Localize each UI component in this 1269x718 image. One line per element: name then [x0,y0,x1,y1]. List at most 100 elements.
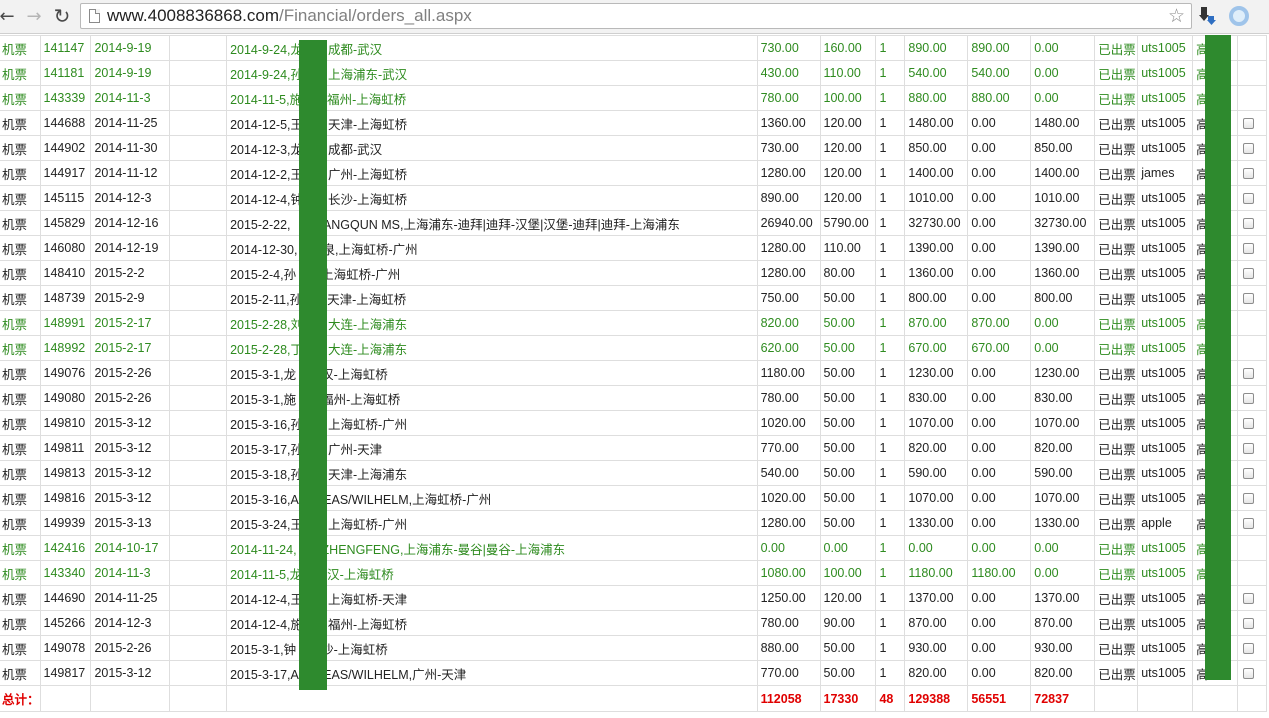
paid-cell: 670.00 [967,335,1032,361]
total-cell: 1070.00 [904,485,969,511]
total-cell: 890.00 [904,35,969,61]
table-row: 机票 143339 2014-11-3 2014-11-5,施 福州-上海虹桥 780.… [0,85,1268,111]
paid-cell: 0.00 [967,360,1032,386]
select-cell [1236,410,1268,436]
qty-cell: 1 [875,85,906,111]
paid-cell: 0.00 [967,235,1032,261]
select-cell [1236,385,1268,411]
row-select-checkbox[interactable] [1242,418,1254,430]
row-select-checkbox[interactable] [1242,618,1254,630]
select-cell [1236,610,1268,636]
price-cell: 26940.00 [756,210,821,236]
user-cell: uts1005 [1137,110,1194,136]
row-select-checkbox[interactable] [1242,268,1254,280]
forward-arrow-icon[interactable]: → [23,5,45,27]
qty-cell: 1 [875,310,906,336]
url-text[interactable]: www.4008836868.com/Financial/orders_all.… [107,6,472,26]
owed-cell: 1360.00 [1030,260,1096,286]
paid-cell: 1180.00 [967,560,1032,586]
user-cell: uts1005 [1137,460,1194,486]
user-cell: uts1005 [1137,235,1194,261]
user-cell: apple [1137,510,1194,536]
type-cell: 机票 [0,185,41,211]
price-cell: 1180.00 [756,360,821,386]
paid-cell: 0.00 [967,535,1032,561]
owed-cell: 1070.00 [1030,410,1096,436]
row-select-checkbox[interactable] [1242,143,1254,155]
order-id-cell: 149817 [39,660,92,686]
tax-cell: 50.00 [819,635,877,661]
type-cell: 机票 [0,235,41,261]
row-select-checkbox[interactable] [1242,518,1254,530]
row-select-checkbox[interactable] [1242,293,1254,305]
table-row: 机票 146080 2014-12-19 2014-12-30, 泉,上海虹桥-广州 1… [0,235,1268,261]
status-cell: 已出票 [1094,335,1139,361]
row-select-checkbox[interactable] [1242,468,1254,480]
type-cell: 机票 [0,260,41,286]
owed-cell: 1010.00 [1030,185,1096,211]
order-id-cell: 149076 [39,360,92,386]
row-select-checkbox[interactable] [1242,643,1254,655]
address-bar[interactable]: www.4008836868.com/Financial/orders_all.… [80,3,1192,29]
totals-total: 129388 [904,685,969,712]
owed-cell: 0.00 [1030,335,1096,361]
row-select-checkbox[interactable] [1242,493,1254,505]
row-select-checkbox[interactable] [1242,218,1254,230]
row-select-checkbox[interactable] [1242,593,1254,605]
tax-cell: 50.00 [819,485,877,511]
total-cell: 1360.00 [904,260,969,286]
reload-icon[interactable]: ↻ [51,4,73,28]
qty-cell: 1 [875,360,906,386]
blank-cell [169,435,228,461]
tax-cell: 80.00 [819,260,877,286]
total-cell: 830.00 [904,385,969,411]
type-cell: 机票 [0,335,41,361]
user-cell: uts1005 [1137,260,1194,286]
paid-cell: 880.00 [967,85,1032,111]
totals-paid: 56551 [967,685,1032,712]
qty-cell: 1 [875,385,906,411]
table-row: 机票 149817 2015-3-12 2015-3-17,A EAS/WILHELM… [0,660,1268,686]
owed-cell: 0.00 [1030,85,1096,111]
star-icon[interactable]: ☆ [1168,4,1185,28]
total-cell: 1370.00 [904,585,969,611]
user-cell: uts1005 [1137,485,1194,511]
blank-cell [169,310,228,336]
table-row: 机票 141181 2014-9-19 2014-9-24,孙 上海浦东-武汉 430.… [0,60,1268,86]
row-select-checkbox[interactable] [1242,443,1254,455]
user-cell: uts1005 [1137,585,1194,611]
download-extension-icon[interactable] [1199,6,1217,26]
price-cell: 620.00 [756,335,821,361]
owed-cell: 1230.00 [1030,360,1096,386]
row-select-checkbox[interactable] [1242,193,1254,205]
paid-cell: 0.00 [967,585,1032,611]
table-row: 机票 145266 2014-12-3 2014-12-4,施 福州-上海虹桥 780.… [0,610,1268,636]
row-select-checkbox[interactable] [1242,368,1254,380]
status-cell: 已出票 [1094,60,1139,86]
price-cell: 770.00 [756,660,821,686]
ring-extension-icon[interactable] [1229,6,1249,26]
row-select-checkbox[interactable] [1242,168,1254,180]
qty-cell: 1 [875,235,906,261]
total-cell: 820.00 [904,660,969,686]
tax-cell: 50.00 [819,510,877,536]
price-cell: 750.00 [756,285,821,311]
order-date-cell: 2015-2-26 [90,635,171,661]
price-cell: 1020.00 [756,410,821,436]
select-cell [1236,435,1268,461]
blank-cell [169,135,228,161]
type-cell: 机票 [0,110,41,136]
tax-cell: 50.00 [819,435,877,461]
blank-cell [169,660,228,686]
back-arrow-icon[interactable]: ← [0,5,18,27]
blank-cell [169,485,228,511]
row-select-checkbox[interactable] [1242,393,1254,405]
owed-cell: 0.00 [1030,60,1096,86]
order-date-cell: 2015-2-17 [90,310,171,336]
row-select-checkbox[interactable] [1242,118,1254,130]
order-date-cell: 2014-12-3 [90,610,171,636]
status-cell: 已出票 [1094,635,1139,661]
row-select-checkbox[interactable] [1242,243,1254,255]
row-select-checkbox[interactable] [1242,668,1254,680]
user-cell: uts1005 [1137,635,1194,661]
